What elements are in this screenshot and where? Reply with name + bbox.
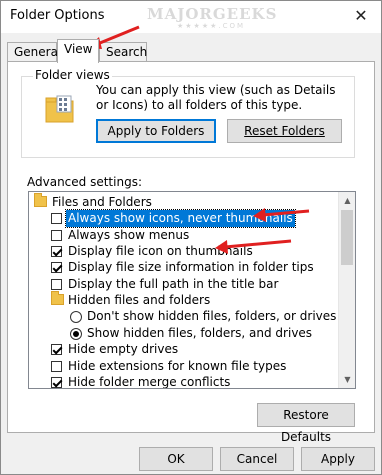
cancel-button[interactable]: Cancel: [220, 447, 294, 471]
tree-item-hide-merge-conflicts[interactable]: Hide folder merge conflicts: [29, 374, 341, 389]
majorgeeks-watermark: MAJORGEEKS: [147, 5, 278, 23]
reset-folders-label: Reset Folders: [244, 124, 325, 138]
folder-icon: [51, 291, 64, 305]
tree-item-label: Hide folder merge conflicts: [68, 375, 231, 389]
scroll-down-arrow-icon[interactable]: ▼: [339, 371, 355, 388]
radio-button[interactable]: [70, 328, 82, 340]
tree-item-hide-empty-drives[interactable]: Hide empty drives: [29, 341, 341, 358]
tab-view[interactable]: View: [57, 39, 99, 63]
tree-item-label: Always show menus: [68, 228, 190, 242]
tree-item-label: Display file icon on thumbnails: [68, 244, 253, 258]
tree-item-display-file-size[interactable]: Display file size information in folder …: [29, 259, 341, 276]
folder-views-label: Folder views: [33, 68, 112, 82]
vertical-scrollbar[interactable]: ▲ ▼: [338, 192, 355, 388]
tree-item-hide-extensions[interactable]: Hide extensions for known file types: [29, 358, 341, 375]
tree-item-label: Hide extensions for known file types: [68, 359, 287, 373]
scroll-up-arrow-icon[interactable]: ▲: [339, 192, 355, 209]
tree-item-always-show-icons[interactable]: Always show icons, never thumbnails: [29, 209, 341, 228]
checkbox[interactable]: [51, 230, 62, 241]
window-title: Folder Options: [10, 8, 105, 23]
tree-item-always-show-menus[interactable]: Always show menus: [29, 227, 341, 244]
tree-item-label: Display file size information in folder …: [68, 260, 314, 274]
ok-button[interactable]: OK: [139, 447, 213, 471]
apply-to-folders-button[interactable]: Apply to Folders: [96, 119, 216, 143]
advanced-settings-tree[interactable]: Files and Folders Always show icons, nev…: [28, 191, 356, 389]
tree-item-label: Files and Folders: [52, 195, 152, 209]
apply-button[interactable]: Apply: [301, 447, 375, 471]
advanced-settings-label: Advanced settings:: [27, 175, 142, 189]
tree-folder-hidden-files: Hidden files and folders: [29, 291, 341, 309]
tree-item-dont-show-hidden[interactable]: Don't show hidden files, folders, or dri…: [29, 308, 341, 325]
tree-item-label: Don't show hidden files, folders, or dri…: [87, 309, 337, 323]
folder-options-window: Folder Options MAJORGEEKS ★★★★★.COM ✕ Ge…: [0, 0, 382, 475]
restore-defaults-button[interactable]: Restore Defaults: [257, 403, 355, 444]
scrollbar-thumb[interactable]: [341, 210, 353, 265]
tab-general[interactable]: General: [7, 42, 61, 62]
radio-button[interactable]: [70, 311, 82, 323]
tree-item-display-full-path[interactable]: Display the full path in the title bar: [29, 276, 341, 293]
tree-item-label: Hidden files and folders: [68, 293, 211, 307]
checkbox[interactable]: [51, 246, 62, 257]
reset-folders-button[interactable]: Reset Folders: [227, 119, 342, 143]
checkbox[interactable]: [51, 213, 62, 224]
checkbox[interactable]: [51, 361, 62, 372]
tree-item-label: Hide empty drives: [68, 342, 179, 356]
tree-item-label: Display the full path in the title bar: [68, 277, 279, 291]
title-bar: Folder Options MAJORGEEKS ★★★★★.COM ✕: [1, 1, 381, 33]
folder-view-icon: [45, 95, 74, 123]
checkbox[interactable]: [51, 377, 62, 388]
majorgeeks-watermark-sub: ★★★★★.COM: [177, 22, 246, 30]
close-icon[interactable]: ✕: [349, 5, 373, 27]
tree-folder-files-and-folders: Files and Folders: [29, 193, 341, 211]
tab-search[interactable]: Search: [99, 42, 147, 62]
tree-item-show-hidden[interactable]: Show hidden files, folders, and drives: [29, 325, 341, 342]
tree-item-label: Always show icons, never thumbnails: [65, 209, 296, 228]
checkbox[interactable]: [51, 262, 62, 273]
checkbox[interactable]: [51, 279, 62, 290]
checkbox[interactable]: [51, 344, 62, 355]
tree-item-display-file-icon[interactable]: Display file icon on thumbnails: [29, 243, 341, 260]
folder-views-description: You can apply this view (such as Details…: [96, 83, 336, 112]
folder-icon: [34, 193, 47, 207]
tree-item-label: Show hidden files, folders, and drives: [87, 326, 313, 340]
